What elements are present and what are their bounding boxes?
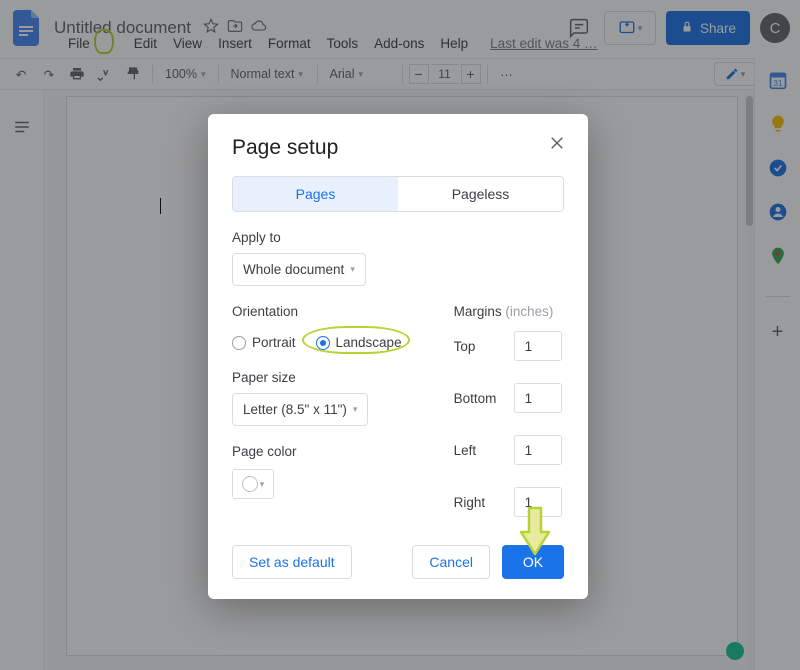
margins-label: Margins (inches) (454, 304, 564, 319)
margin-left-input[interactable] (514, 435, 562, 465)
margin-bottom-label: Bottom (454, 391, 504, 406)
color-circle-icon (242, 476, 258, 492)
apply-to-label: Apply to (232, 230, 564, 245)
orientation-portrait-radio[interactable]: Portrait (232, 335, 296, 350)
margin-top-label: Top (454, 339, 504, 354)
margin-bottom-input[interactable] (514, 383, 562, 413)
orientation-label: Orientation (232, 304, 414, 319)
set-as-default-button[interactable]: Set as default (232, 545, 352, 579)
paper-size-dropdown[interactable]: Letter (8.5" x 11")▾ (232, 393, 368, 426)
orientation-landscape-radio[interactable]: Landscape (310, 333, 414, 352)
dialog-tabs: Pages Pageless (232, 176, 564, 212)
page-color-swatch[interactable]: ▾ (232, 469, 274, 499)
radio-icon (232, 336, 246, 350)
radio-icon (316, 336, 330, 350)
paper-size-label: Paper size (232, 370, 414, 385)
margin-top-input[interactable] (514, 331, 562, 361)
margin-right-label: Right (454, 495, 504, 510)
close-icon[interactable] (548, 134, 568, 154)
tab-pageless[interactable]: Pageless (398, 177, 563, 211)
margin-left-label: Left (454, 443, 504, 458)
cancel-button[interactable]: Cancel (412, 545, 490, 579)
page-setup-dialog: Page setup Pages Pageless Apply to Whole… (208, 114, 588, 599)
margin-right-input[interactable] (514, 487, 562, 517)
dialog-title: Page setup (232, 136, 564, 160)
tab-pages[interactable]: Pages (233, 177, 398, 211)
apply-to-dropdown[interactable]: Whole document▾ (232, 253, 366, 286)
page-color-label: Page color (232, 444, 414, 459)
ok-button[interactable]: OK (502, 545, 564, 579)
